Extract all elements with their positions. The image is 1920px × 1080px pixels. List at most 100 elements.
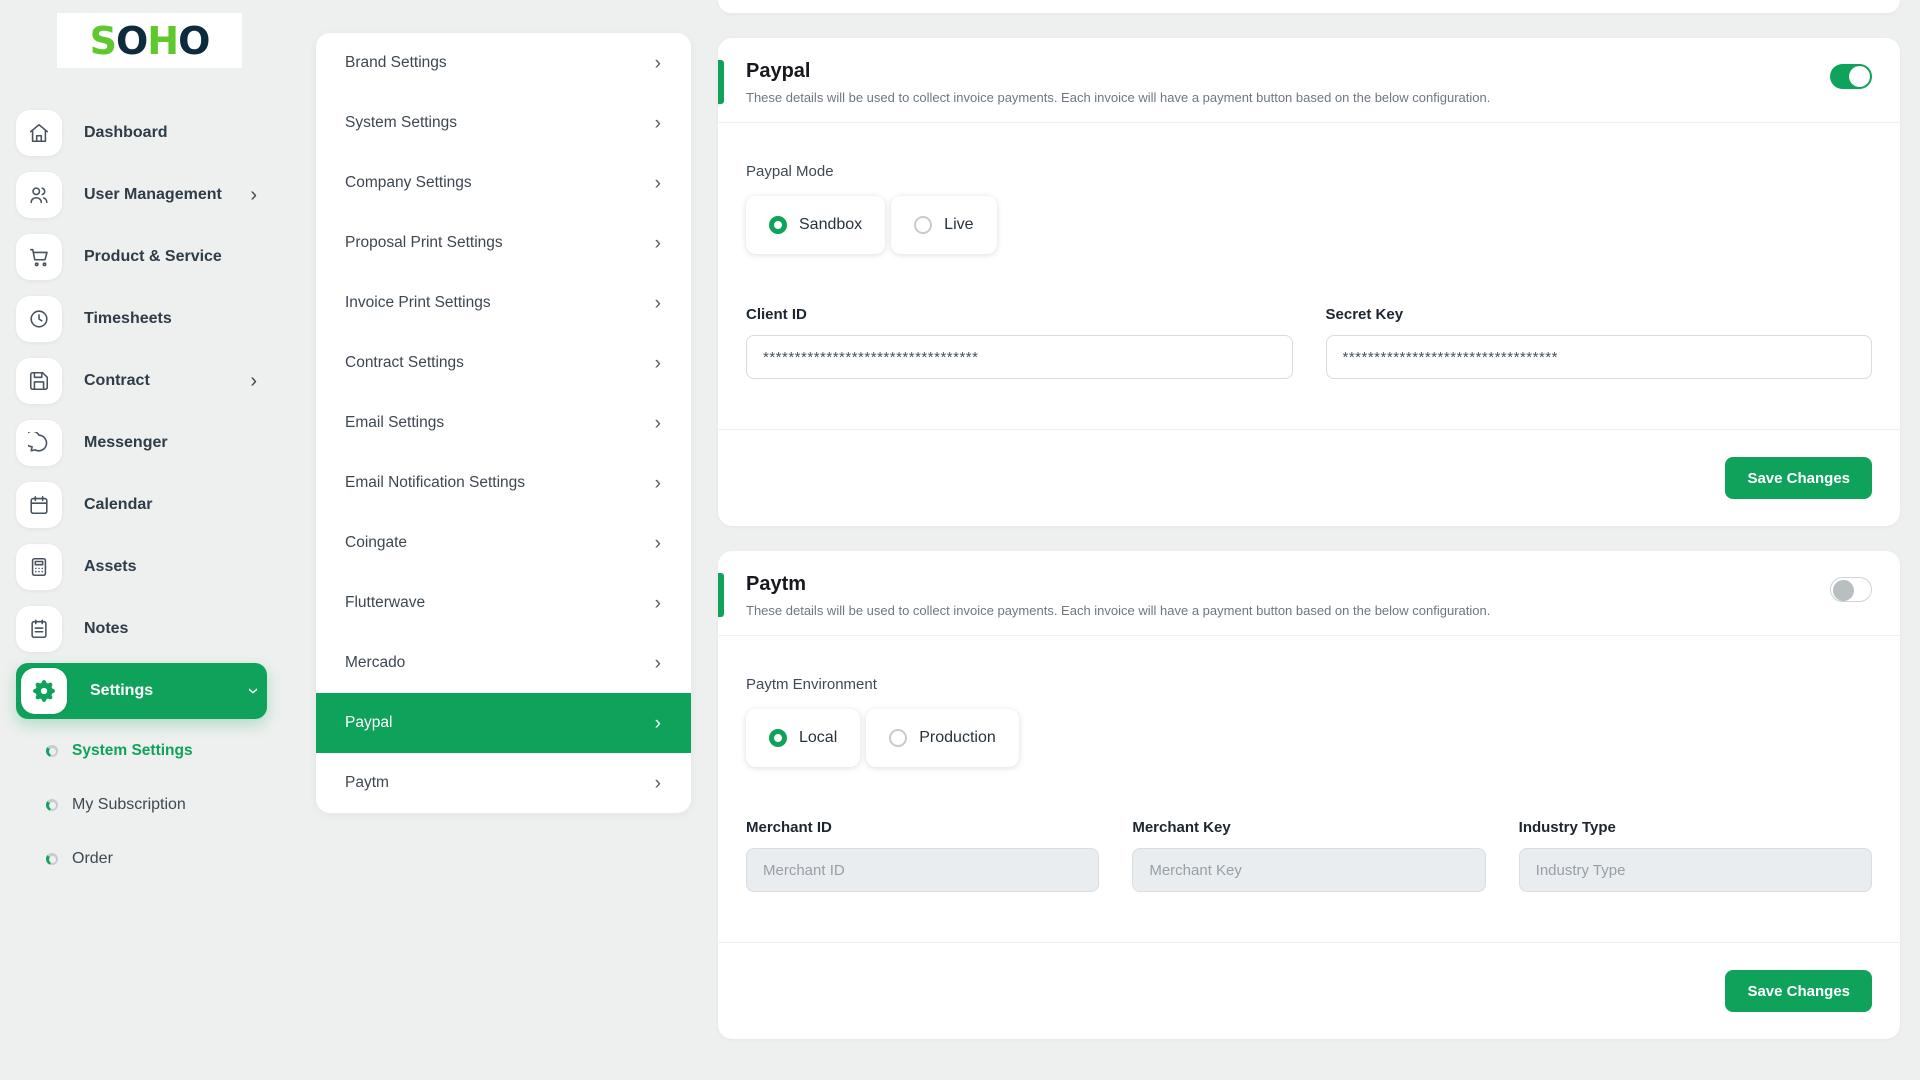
sidebar-item-label: Timesheets (84, 310, 172, 328)
merchant-key-input[interactable] (1132, 848, 1485, 892)
chevron-right-icon: › (655, 174, 661, 193)
chevron-right-icon: › (655, 54, 661, 73)
sidebar-item-dashboard[interactable]: Dashboard (16, 105, 267, 161)
menu-item-system-settings[interactable]: System Settings › (316, 93, 691, 153)
menu-item-brand-settings[interactable]: Brand Settings› (316, 33, 691, 93)
merchant-id-field-group: Merchant ID (746, 819, 1099, 892)
sidebar-item-settings[interactable]: Settings › (16, 663, 267, 719)
paypal-title: Paypal (746, 60, 1872, 83)
paytm-env-local-option[interactable]: Local (746, 709, 860, 767)
users-icon (16, 172, 62, 218)
industry-type-input[interactable] (1519, 848, 1872, 892)
subitem-label: Order (72, 850, 113, 868)
sidebar-subitem-system-settings[interactable]: System Settings (46, 729, 267, 773)
menu-item-mercado[interactable]: Mercado› (316, 633, 691, 693)
menu-item-label: System Settings (345, 114, 457, 132)
main-content: Paypal These details will be used to col… (718, 0, 1900, 1039)
menu-item-label: Invoice Print Settings (345, 294, 491, 312)
gear-icon (21, 668, 67, 714)
paytm-title: Paytm (746, 573, 1872, 596)
chevron-right-icon: › (655, 654, 661, 673)
menu-item-label: Proposal Print Settings (345, 234, 503, 252)
menu-item-proposal-print-settings[interactable]: Proposal Print Settings› (316, 213, 691, 273)
menu-item-company-settings[interactable]: Company Settings › (316, 153, 691, 213)
calculator-icon (16, 544, 62, 590)
paytm-env-production-option[interactable]: Production (866, 709, 1019, 767)
menu-item-label: Email Settings (345, 414, 444, 432)
sidebar-item-label: Messenger (84, 434, 168, 452)
logo-letter: O (116, 19, 147, 63)
secret-key-input[interactable] (1326, 335, 1873, 379)
menu-item-contract-settings[interactable]: Contract Settings › (316, 333, 691, 393)
bullet-ring-icon (46, 745, 58, 757)
cart-icon (16, 234, 62, 280)
menu-item-label: Paytm (345, 774, 389, 792)
sidebar-subitem-order[interactable]: Order (46, 837, 267, 881)
menu-item-flutterwave[interactable]: Flutterwave › (316, 573, 691, 633)
menu-item-label: Flutterwave (345, 594, 425, 612)
chevron-right-icon: › (655, 474, 661, 493)
sidebar-item-calendar[interactable]: Calendar (16, 477, 267, 533)
bullet-ring-icon (46, 799, 58, 811)
paytm-card-header: Paytm These details will be used to coll… (718, 551, 1900, 636)
paypal-card: Paypal These details will be used to col… (718, 38, 1900, 526)
menu-item-label: Contract Settings (345, 354, 464, 372)
menu-item-invoice-print-settings[interactable]: Invoice Print Settings› (316, 273, 691, 333)
merchant-id-input[interactable] (746, 848, 1099, 892)
sidebar-item-label: Contract (84, 372, 150, 390)
client-id-label: Client ID (746, 306, 1293, 323)
toggle-knob (1849, 66, 1870, 87)
sidebar-item-label: Dashboard (84, 124, 168, 142)
sidebar-item-label: Calendar (84, 496, 152, 514)
secret-key-field-group: Secret Key (1326, 306, 1873, 379)
previous-card-bottom-edge (718, 0, 1900, 13)
sidebar-item-user-management[interactable]: User Management › (16, 167, 267, 223)
logo-letter: O (178, 19, 209, 63)
menu-item-email-settings[interactable]: Email Settings › (316, 393, 691, 453)
menu-item-coingate[interactable]: Coingate› (316, 513, 691, 573)
sidebar-subitem-my-subscription[interactable]: My Subscription (46, 783, 267, 827)
sidebar-item-label: Settings (90, 682, 153, 700)
sidebar-item-contract[interactable]: Contract › (16, 353, 267, 409)
sidebar-item-product-service[interactable]: Product & Service (16, 229, 267, 285)
sidebar-item-label: Product & Service (84, 248, 222, 266)
radio-label: Production (919, 729, 996, 747)
paytm-description: These details will be used to collect in… (746, 603, 1872, 618)
paytm-card-footer: Save Changes (718, 942, 1900, 1039)
menu-item-label: Coingate (345, 534, 407, 552)
menu-item-label: Company Settings (345, 174, 472, 192)
paypal-card-header: Paypal These details will be used to col… (718, 38, 1900, 123)
paypal-mode-label: Paypal Mode (746, 163, 1872, 180)
menu-item-email-notification-settings[interactable]: Email Notification Settings› (316, 453, 691, 513)
client-id-input[interactable] (746, 335, 1293, 379)
paypal-description: These details will be used to collect in… (746, 90, 1872, 105)
paytm-save-button[interactable]: Save Changes (1725, 970, 1872, 1012)
paypal-save-button[interactable]: Save Changes (1725, 457, 1872, 499)
industry-type-field-group: Industry Type (1519, 819, 1872, 892)
chevron-right-icon: › (655, 414, 661, 433)
paypal-mode-live-option[interactable]: Live (891, 196, 996, 254)
paytm-environment-label: Paytm Environment (746, 676, 1872, 693)
app-root: SOHO Dashboard User Management › (0, 0, 1920, 1080)
sidebar-nav: Dashboard User Management › Product & Se… (0, 105, 287, 881)
chevron-right-icon: › (655, 714, 661, 733)
menu-item-paytm[interactable]: Paytm› (316, 753, 691, 813)
chevron-right-icon: › (655, 114, 661, 133)
sidebar-item-assets[interactable]: Assets (16, 539, 267, 595)
paytm-card-body: Paytm Environment Local Production Merch… (718, 636, 1900, 942)
toggle-knob (1833, 580, 1854, 601)
paytm-enable-toggle[interactable] (1830, 577, 1872, 602)
paypal-mode-sandbox-option[interactable]: Sandbox (746, 196, 885, 254)
sidebar-item-notes[interactable]: Notes (16, 601, 267, 657)
chevron-right-icon: › (655, 594, 661, 613)
menu-item-paypal[interactable]: Paypal› (316, 693, 691, 753)
chevron-right-icon: › (655, 354, 661, 373)
merchant-key-field-group: Merchant Key (1132, 819, 1485, 892)
settings-sub-list: System Settings My Subscription Order (0, 729, 287, 881)
paypal-enable-toggle[interactable] (1830, 64, 1872, 89)
sidebar-item-label: User Management (84, 186, 222, 204)
logo-letter: H (147, 19, 178, 63)
chevron-right-icon: › (250, 371, 257, 391)
sidebar-item-timesheets[interactable]: Timesheets (16, 291, 267, 347)
sidebar-item-messenger[interactable]: Messenger (16, 415, 267, 471)
